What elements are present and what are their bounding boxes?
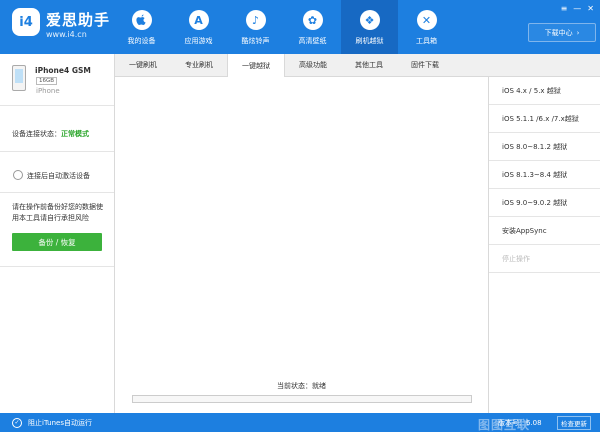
nav-flash-jailbreak[interactable]: ❖ 刷机越狱 — [341, 0, 398, 54]
bell-icon: ♪ — [245, 10, 266, 30]
window-controls: ≡ — ✕ — [561, 4, 594, 13]
log-area: 当前状态：就绪 — [115, 77, 489, 413]
capacity-badge: 16GB — [36, 77, 58, 85]
version-label: 版本号：6.08 — [498, 419, 542, 427]
chevron-right-icon: › — [576, 28, 580, 37]
app-store-icon: A — [188, 10, 209, 30]
device-panel: iPhone4 GSM 16GB iPhone 设备连接状态：正常模式 连接后自… — [0, 54, 115, 413]
phone-icon — [12, 65, 26, 91]
status-bar: ✓ 阻止iTunes自动运行 图图互联 版本号：6.08 检查更新 — [0, 413, 600, 432]
auto-activate-radio[interactable] — [13, 170, 23, 180]
nav-ringtones[interactable]: ♪ 酷炫铃声 — [227, 0, 284, 54]
main-nav: 我的设备 A 应用游戏 ♪ 酷炫铃声 ✿ 高清壁纸 ❖ 刷机越狱 ✕ 工具箱 — [113, 0, 455, 54]
tab-one-click-jailbreak[interactable]: 一键越狱 — [227, 54, 285, 77]
backup-restore-button[interactable]: 备份 / 恢复 — [12, 233, 102, 251]
nav-label: 我的设备 — [127, 37, 156, 45]
divider — [0, 192, 114, 193]
nav-label: 高清壁纸 — [298, 37, 327, 45]
nav-apps-games[interactable]: A 应用游戏 — [170, 0, 227, 54]
nav-wallpapers[interactable]: ✿ 高清壁纸 — [284, 0, 341, 54]
nav-label: 刷机越狱 — [355, 37, 384, 45]
menu-ios8-0-jailbreak[interactable]: iOS 8.0~8.1.2 越狱 — [489, 133, 600, 161]
connection-status-label: 设备连接状态： — [12, 130, 61, 138]
menu-install-appsync[interactable]: 安装AppSync — [489, 217, 600, 245]
apple-icon — [131, 10, 152, 30]
device-os: iPhone — [36, 87, 60, 95]
tab-pro-flash[interactable]: 专业刷机 — [171, 54, 227, 76]
nav-toolbox[interactable]: ✕ 工具箱 — [398, 0, 455, 54]
minimize-icon[interactable]: — — [573, 4, 581, 13]
risk-warning: 请在操作前备份好您的数据使用本工具请自行承担风险 — [12, 203, 103, 222]
menu-icon[interactable]: ≡ — [561, 4, 568, 13]
connection-status-value: 正常模式 — [61, 130, 89, 138]
tab-other-tools[interactable]: 其他工具 — [341, 54, 397, 76]
block-itunes-label[interactable]: 阻止iTunes自动运行 — [28, 418, 92, 428]
menu-ios9-jailbreak[interactable]: iOS 9.0~9.0.2 越狱 — [489, 189, 600, 217]
current-status: 当前状态：就绪 — [277, 382, 326, 390]
brand-name: 爱思助手 — [46, 11, 111, 29]
divider — [0, 151, 114, 152]
download-center-label: 下载中心 — [544, 28, 573, 37]
function-tabs: 一键刷机 专业刷机 一键越狱 高级功能 其他工具 固件下载 — [115, 54, 600, 77]
menu-stop-operation: 停止操作 — [489, 245, 600, 273]
logo-icon: i4 — [12, 8, 40, 36]
check-update-button[interactable]: 检查更新 — [557, 416, 591, 430]
divider — [0, 266, 114, 267]
progress-bar — [132, 395, 472, 403]
box-icon: ❖ — [359, 10, 380, 30]
nav-label: 工具箱 — [416, 37, 437, 45]
menu-ios8-1-3-jailbreak[interactable]: iOS 8.1.3~8.4 越狱 — [489, 161, 600, 189]
device-name: iPhone4 GSM — [35, 66, 91, 75]
tab-advanced[interactable]: 高级功能 — [285, 54, 341, 76]
nav-label: 酷炫铃声 — [241, 37, 270, 45]
check-icon[interactable]: ✓ — [12, 418, 22, 428]
jailbreak-menu: iOS 4.x / 5.x 越狱 iOS 5.1.1 /6.x /7.x越狱 i… — [489, 77, 600, 413]
menu-ios5-6-7-jailbreak[interactable]: iOS 5.1.1 /6.x /7.x越狱 — [489, 105, 600, 133]
tab-firmware-download[interactable]: 固件下载 — [397, 54, 453, 76]
device-info: iPhone4 GSM 16GB iPhone — [0, 54, 114, 106]
tab-one-click-flash[interactable]: 一键刷机 — [115, 54, 171, 76]
nav-my-device[interactable]: 我的设备 — [113, 0, 170, 54]
close-icon[interactable]: ✕ — [587, 4, 594, 13]
menu-ios4-5-jailbreak[interactable]: iOS 4.x / 5.x 越狱 — [489, 77, 600, 105]
tools-icon: ✕ — [416, 10, 437, 30]
nav-label: 应用游戏 — [184, 37, 213, 45]
connection-status: 设备连接状态：正常模式 — [12, 129, 89, 139]
download-center-button[interactable]: 下载中心 › — [528, 23, 596, 42]
auto-activate-label[interactable]: 连接后自动激活设备 — [27, 171, 90, 181]
flower-icon: ✿ — [302, 10, 323, 30]
brand-url: www.i4.cn — [46, 30, 87, 39]
header-bar: i4 爱思助手 www.i4.cn 我的设备 A 应用游戏 ♪ 酷炫铃声 ✿ 高… — [0, 0, 600, 54]
